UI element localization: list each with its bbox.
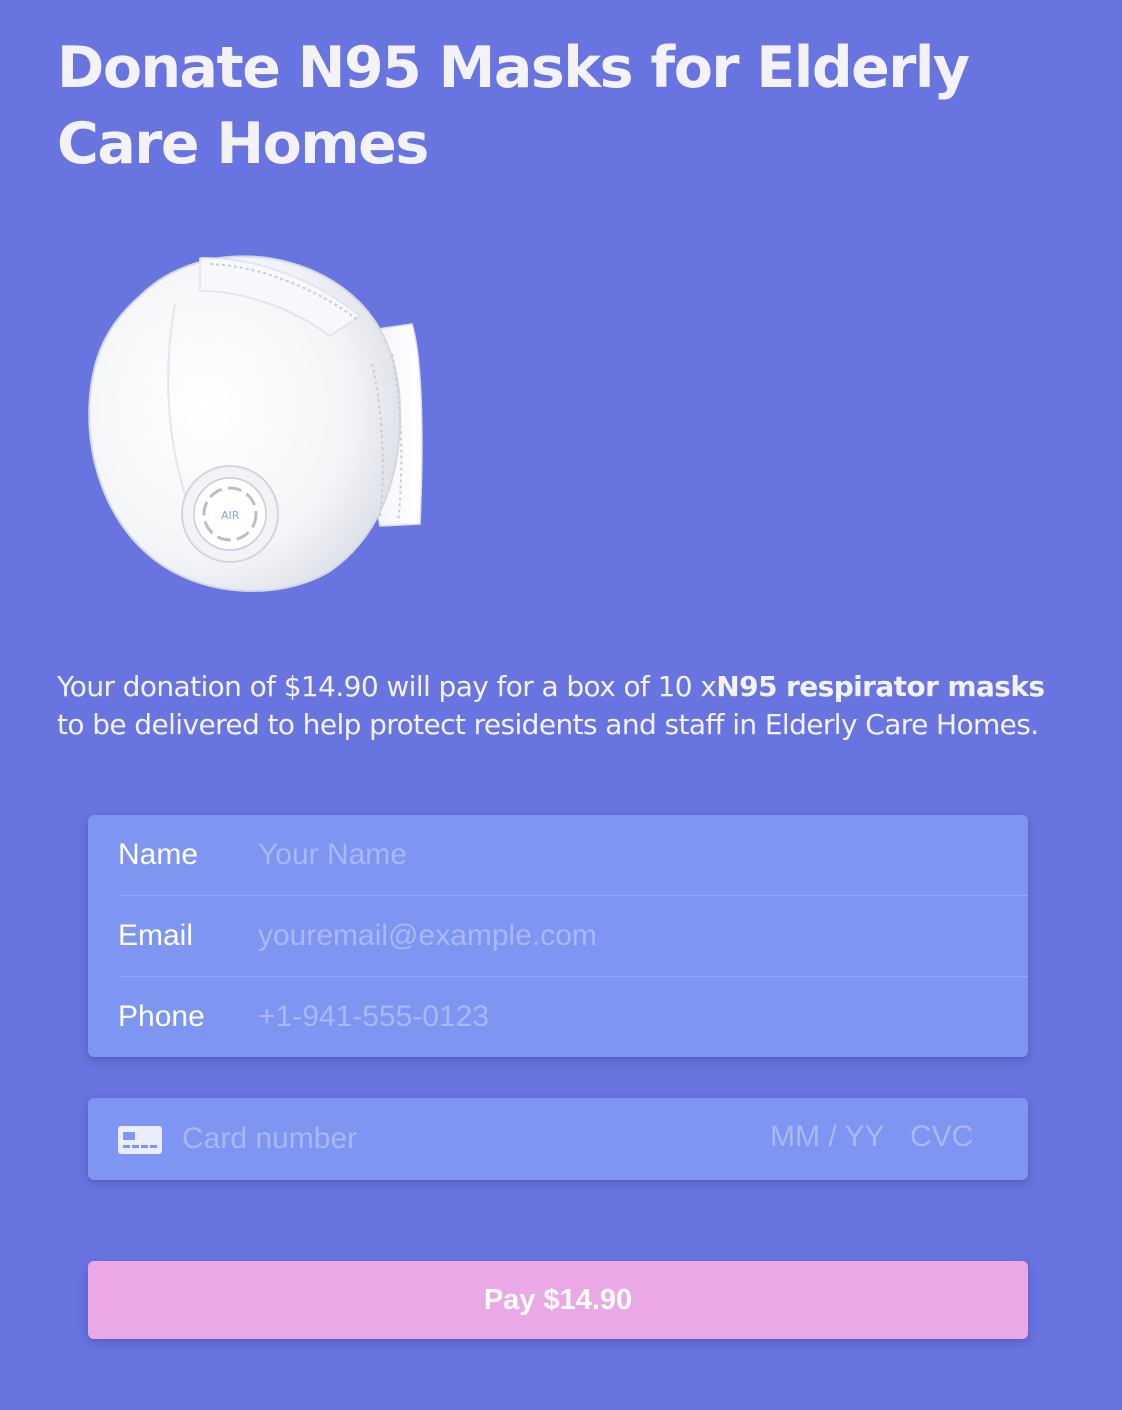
- expiry-input[interactable]: MM / YY: [770, 1120, 884, 1154]
- payment-card-field: MM / YY CVC: [88, 1098, 1028, 1180]
- name-row: Name: [118, 815, 1028, 895]
- contact-details-card: Name Email Phone: [88, 815, 1028, 1057]
- donation-description: Your donation of $14.90 will pay for a b…: [57, 668, 1067, 744]
- mask-product-image: AIR: [80, 236, 440, 606]
- email-row: Email: [118, 895, 1028, 976]
- phone-row: Phone: [118, 976, 1028, 1057]
- name-input[interactable]: [258, 825, 1028, 885]
- name-label: Name: [118, 838, 199, 871]
- description-text-end: to be delivered to help protect resident…: [57, 708, 1039, 741]
- phone-input[interactable]: [258, 987, 1028, 1047]
- card-number-input[interactable]: [182, 1112, 742, 1166]
- description-text-start: Your donation of $14.90 will pay for a b…: [57, 670, 717, 703]
- email-input[interactable]: [258, 906, 1028, 966]
- page-title: Donate N95 Masks for Elderly Care Homes: [57, 35, 970, 177]
- phone-label: Phone: [118, 1000, 205, 1033]
- mask-illustration: AIR: [88, 255, 423, 592]
- cvc-input[interactable]: CVC: [910, 1120, 973, 1154]
- email-label: Email: [118, 919, 194, 952]
- credit-card-icon: [118, 1126, 162, 1154]
- pay-button[interactable]: Pay $14.90: [88, 1261, 1028, 1339]
- valve-brand-text: AIR: [221, 509, 240, 522]
- description-highlight: N95 respirator masks: [716, 670, 1045, 703]
